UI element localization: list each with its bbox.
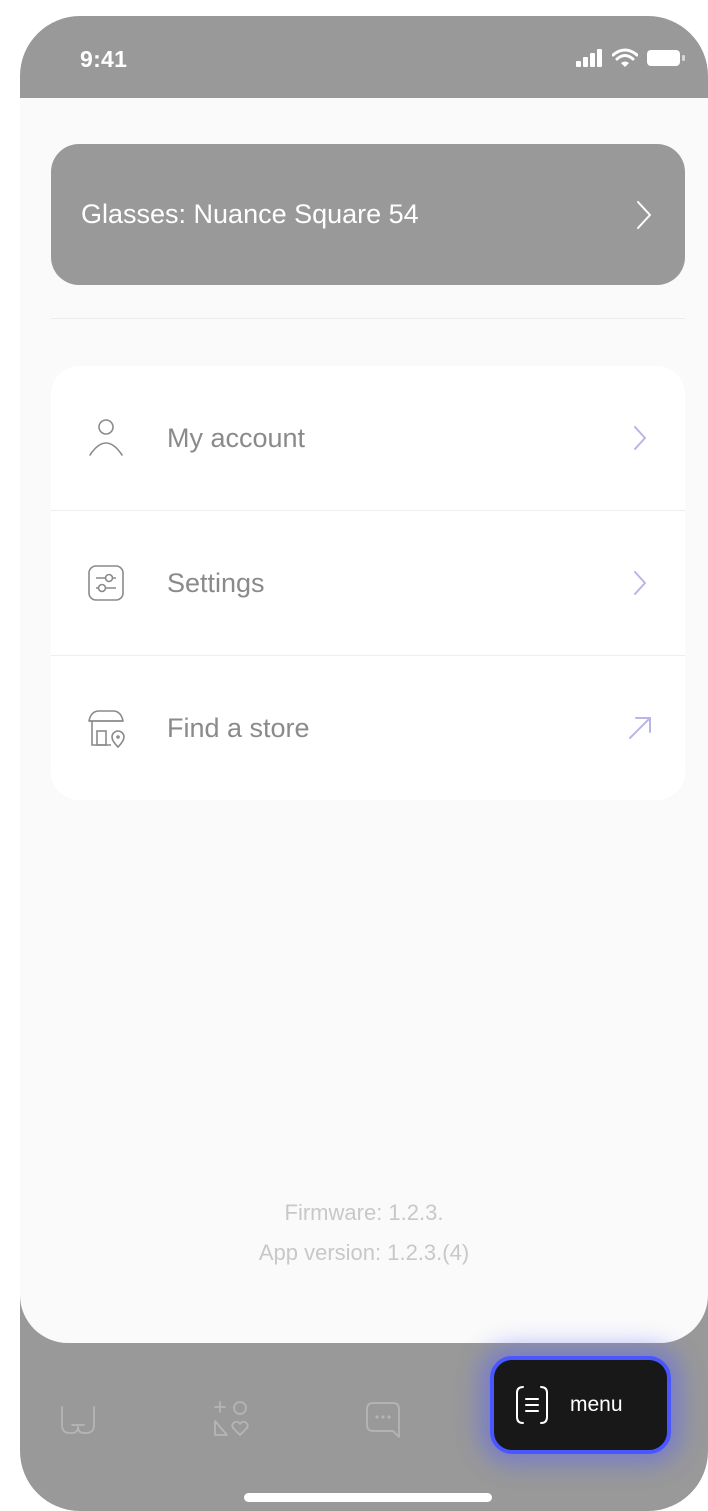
tab-menu[interactable]: menu bbox=[490, 1356, 671, 1454]
chevron-right-icon bbox=[637, 200, 651, 229]
store-location-icon bbox=[85, 707, 127, 749]
status-bar: 9:41 bbox=[20, 16, 708, 98]
version-info: Firmware: 1.2.3. App version: 1.2.3.(4) bbox=[20, 1193, 708, 1273]
tab-menu-label: menu bbox=[570, 1393, 623, 1416]
status-icons bbox=[576, 48, 686, 68]
glasses-card[interactable]: Glasses: Nuance Square 54 bbox=[51, 144, 685, 285]
phone-frame: 9:41 Glasses: Nuance Square 54 My accoun… bbox=[20, 16, 708, 1511]
menu-list-icon bbox=[516, 1386, 548, 1424]
sliders-icon bbox=[85, 562, 127, 604]
wifi-icon bbox=[612, 48, 638, 67]
signal-icon bbox=[576, 49, 602, 67]
menu-item-my-account[interactable]: My account bbox=[51, 366, 685, 510]
home-indicator bbox=[244, 1493, 492, 1502]
menu-item-find-a-store[interactable]: Find a store bbox=[51, 656, 685, 800]
status-time: 9:41 bbox=[80, 46, 128, 72]
menu-item-label: Settings bbox=[167, 567, 265, 598]
app-version: App version: 1.2.3.(4) bbox=[258, 1240, 470, 1265]
divider bbox=[51, 318, 685, 319]
chat-icon bbox=[366, 1402, 400, 1438]
tab-shapes[interactable] bbox=[211, 1399, 251, 1439]
external-arrow-icon bbox=[625, 713, 655, 743]
menu-item-label: My account bbox=[167, 422, 306, 453]
firmware-version: Firmware: 1.2.3. bbox=[284, 1200, 444, 1225]
tab-glasses[interactable] bbox=[58, 1399, 98, 1439]
menu-card: My account Settings Find a store bbox=[51, 366, 685, 800]
tab-bar: menu bbox=[20, 1343, 708, 1511]
chevron-right-icon bbox=[625, 568, 655, 598]
menu-item-label: Find a store bbox=[167, 712, 310, 743]
shapes-icon bbox=[214, 1401, 249, 1436]
battery-icon bbox=[647, 50, 685, 66]
tab-chat[interactable] bbox=[363, 1399, 403, 1439]
main-sheet: Glasses: Nuance Square 54 My account Set… bbox=[20, 98, 708, 1343]
glasses-icon bbox=[61, 1406, 95, 1434]
chevron-right-icon bbox=[625, 423, 655, 453]
user-icon bbox=[85, 417, 127, 459]
menu-item-settings[interactable]: Settings bbox=[51, 511, 685, 655]
glasses-label: Glasses: Nuance Square 54 bbox=[81, 199, 419, 229]
